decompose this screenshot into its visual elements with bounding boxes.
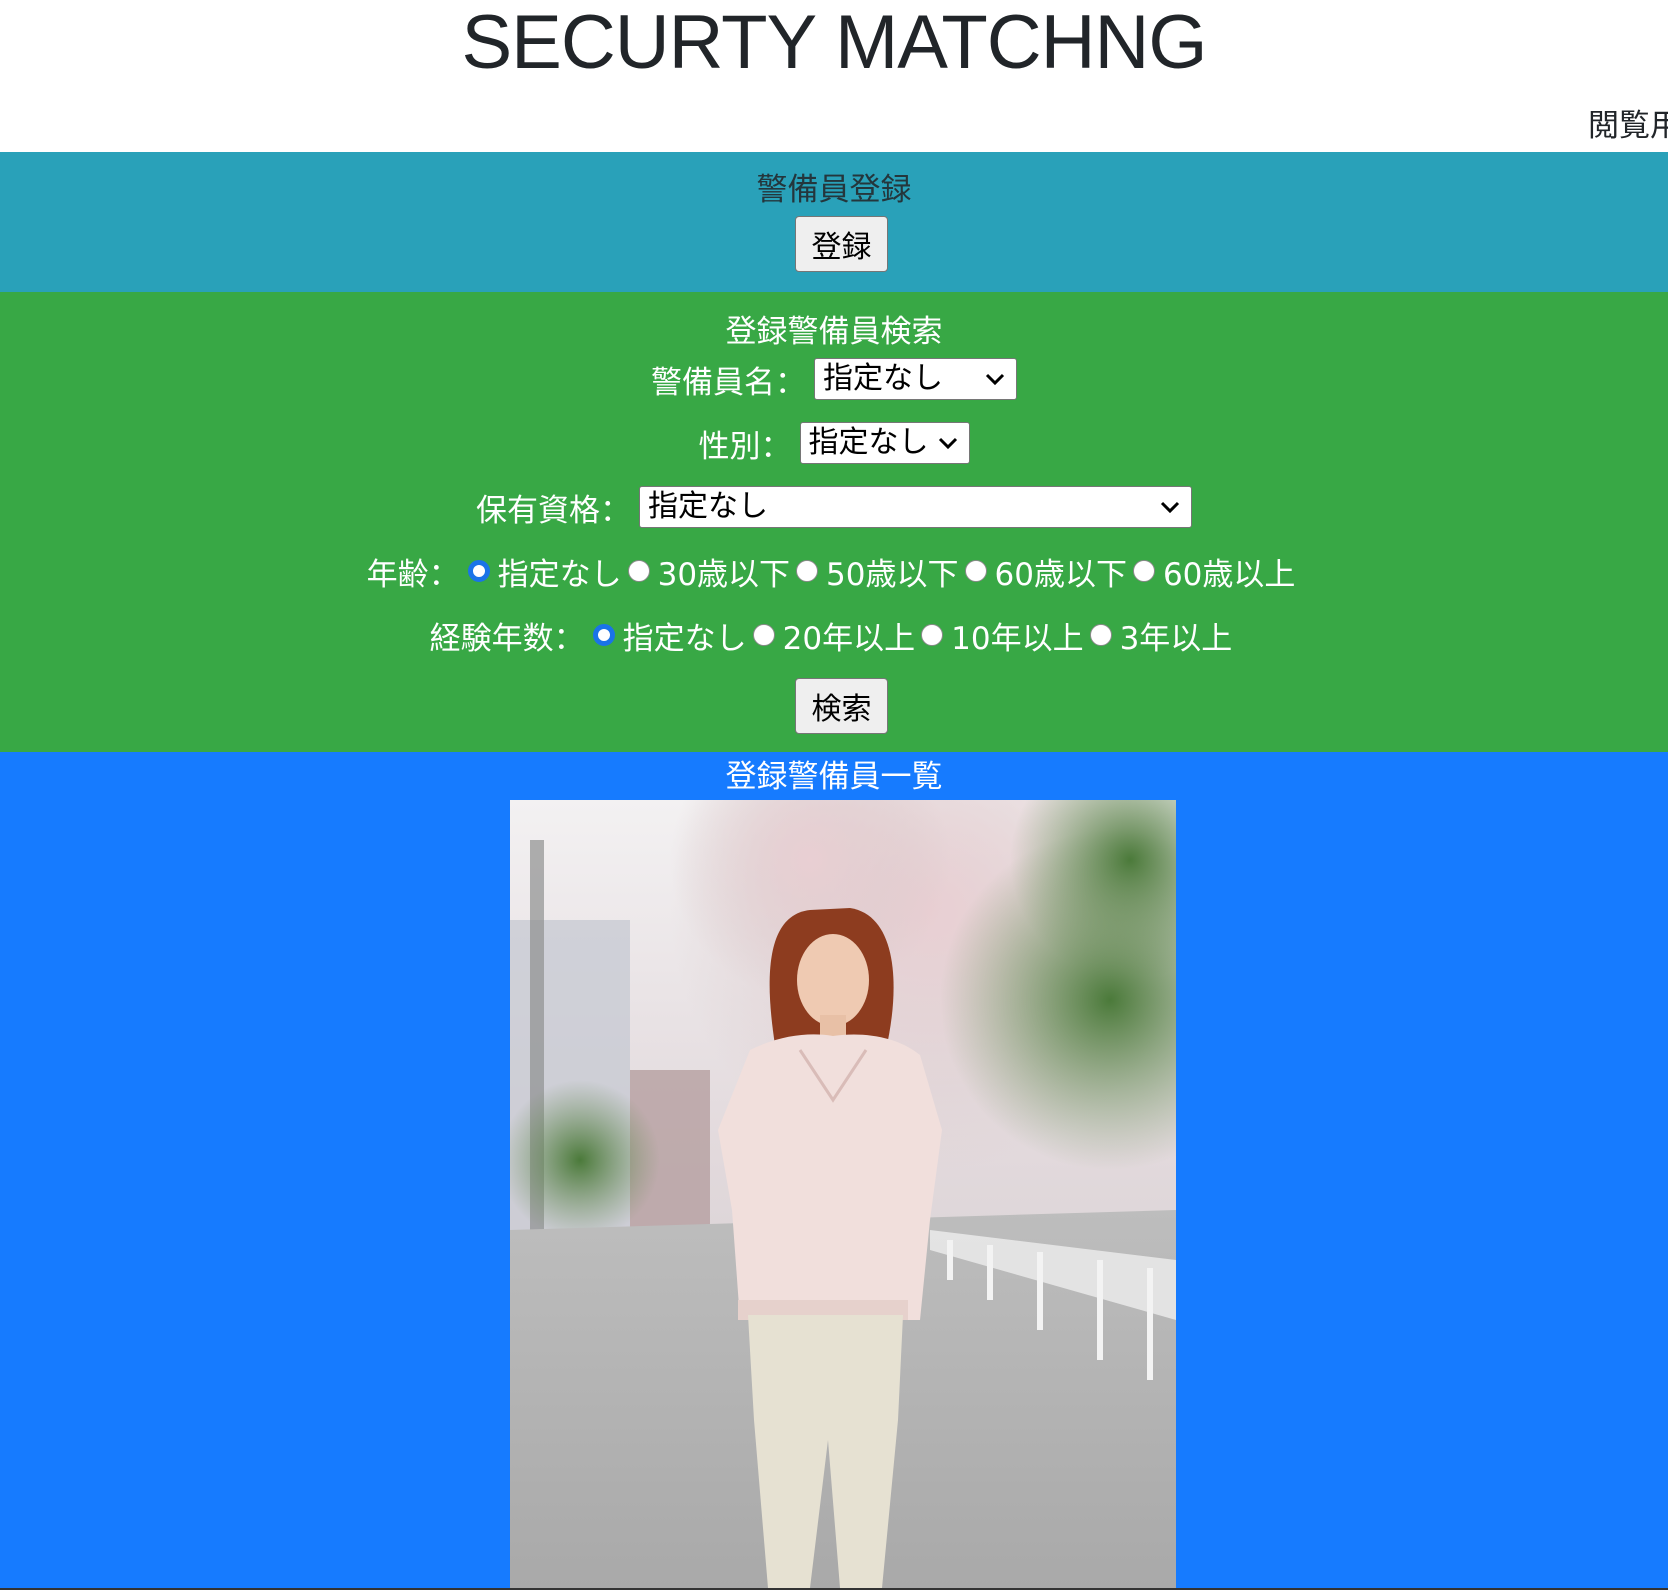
experience-row: 経験年数： 指定なし 20年以上 10年以上 3年以上 — [0, 613, 1668, 657]
experience-option-label: 指定なし — [622, 620, 747, 657]
guard-name-label: 警備員名： — [651, 364, 806, 401]
experience-option-label: 20年以上 — [782, 620, 916, 657]
experience-radio[interactable] — [1089, 624, 1112, 646]
guard-photo-image — [510, 800, 1176, 1588]
site-title: SECURTY MATCHNG — [461, 0, 1207, 85]
gender-select[interactable]: 指定なし — [799, 422, 970, 464]
experience-option-20[interactable]: 20年以上 — [752, 613, 916, 658]
page: SECURTY MATCHNG 閲覧用 警備員登録 登録 登録警備員検索 警備員… — [0, 0, 1668, 1590]
gender-label: 性別： — [698, 428, 792, 465]
guard-list-title: 登録警備員一覧 — [725, 759, 943, 795]
age-radio[interactable] — [796, 560, 819, 582]
guard-photo[interactable] — [510, 800, 1176, 1588]
browse-link[interactable]: 閲覧用 — [1588, 106, 1668, 146]
guard-name-select[interactable]: 指定なし — [814, 358, 1017, 400]
chevron-down-icon — [985, 373, 1005, 386]
qualification-select-value: 指定なし — [648, 489, 768, 524]
guard-list-section: 登録警備員一覧 — [0, 752, 1668, 1588]
age-option-none[interactable]: 指定なし — [467, 549, 622, 594]
age-option-label: 60歳以下 — [994, 556, 1127, 593]
qualification-row: 保有資格： 指定なし — [0, 485, 1668, 529]
age-radio[interactable] — [1132, 560, 1155, 582]
age-option-60-over[interactable]: 60歳以上 — [1132, 549, 1296, 594]
qualification-label: 保有資格： — [476, 492, 631, 529]
experience-radio[interactable] — [592, 624, 615, 646]
age-option-label: 50歳以下 — [826, 556, 959, 593]
age-option-label: 60歳以上 — [1162, 556, 1296, 593]
experience-label: 経験年数： — [429, 620, 585, 657]
experience-option-10[interactable]: 10年以上 — [921, 613, 1084, 658]
age-radio[interactable] — [467, 560, 490, 582]
gender-row: 性別： 指定なし — [0, 421, 1668, 465]
search-section-title: 登録警備員検索 — [725, 314, 943, 350]
age-option-label: 30歳以下 — [657, 556, 791, 593]
register-section-title: 警備員登録 — [756, 172, 912, 208]
search-section: 登録警備員検索 警備員名： 指定なし 性別： 指定なし 保有資格： 指定なし 年… — [0, 292, 1668, 752]
experience-radio[interactable] — [752, 624, 775, 646]
chevron-down-icon — [938, 437, 957, 450]
experience-radio[interactable] — [921, 624, 944, 646]
gender-select-value: 指定なし — [808, 425, 929, 460]
chevron-down-icon — [1160, 501, 1180, 514]
search-button[interactable]: 検索 — [795, 678, 888, 734]
experience-option-none[interactable]: 指定なし — [592, 613, 747, 658]
guard-name-select-value: 指定なし — [823, 361, 943, 396]
age-radio[interactable] — [964, 560, 987, 582]
age-option-60-under[interactable]: 60歳以下 — [964, 549, 1127, 594]
guard-name-row: 警備員名： 指定なし — [0, 357, 1668, 401]
experience-option-3[interactable]: 3年以上 — [1089, 613, 1233, 658]
experience-option-label: 10年以上 — [951, 620, 1084, 657]
experience-option-label: 3年以上 — [1119, 620, 1233, 657]
age-row: 年齢： 指定なし 30歳以下 50歳以下 60歳以下 60歳以上 — [0, 549, 1668, 593]
age-option-30[interactable]: 30歳以下 — [627, 549, 791, 594]
age-option-50[interactable]: 50歳以下 — [796, 549, 959, 594]
register-button[interactable]: 登録 — [795, 216, 888, 272]
age-radio[interactable] — [627, 560, 650, 582]
register-section: 警備員登録 登録 — [0, 152, 1668, 292]
age-option-label: 指定なし — [497, 556, 622, 593]
qualification-select[interactable]: 指定なし — [639, 486, 1192, 528]
age-label: 年齢： — [366, 556, 460, 593]
